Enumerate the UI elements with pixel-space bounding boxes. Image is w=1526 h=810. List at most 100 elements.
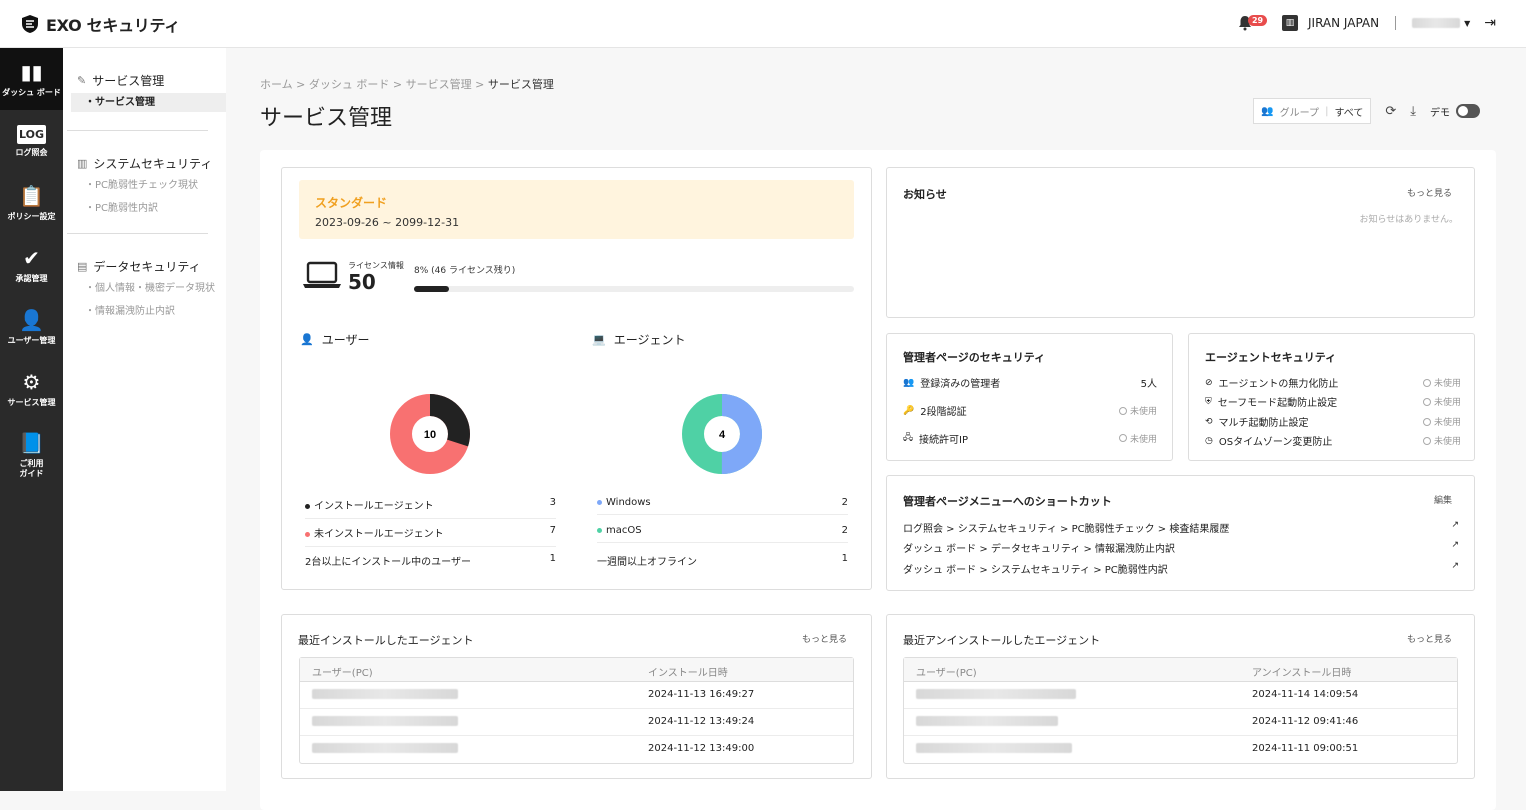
shortcuts-title: 管理者ページメニューへのショートカット — [903, 495, 1112, 508]
plan-period: 2023-09-26 ~ 2099-12-31 — [315, 216, 460, 229]
subnav-item-dlp-detail[interactable]: ・情報漏洩防止内訳 — [77, 295, 226, 318]
agents-row-windows: Windows 2 — [597, 497, 848, 515]
agent-row-timezone: ◷ OSタイムゾーン変更防止 未使用 — [1205, 433, 1461, 449]
nav-approval[interactable]: ✔ 承認管理 — [0, 234, 63, 296]
nav-guide[interactable]: 📘 ご利用ガイド — [0, 420, 63, 490]
table-row[interactable]: 2024-11-14 14:09:54 — [904, 682, 1457, 709]
building-icon: ▥ — [1281, 15, 1298, 31]
row-value: 1 — [549, 553, 556, 564]
external-link-icon[interactable]: ↗ — [1451, 520, 1459, 535]
page-title: サービス管理 — [260, 106, 393, 131]
row-label: macOS — [606, 525, 642, 536]
shortcut-row[interactable]: ダッシュ ボード > システムセキュリティ > PC脆弱性内訳 ↗ — [903, 561, 1459, 576]
chevron-down-icon: ▼ — [1464, 18, 1471, 28]
user-account-menu[interactable]: ▼ — [1412, 18, 1470, 28]
row-value: 1 — [841, 553, 848, 564]
download-icon[interactable]: ⤓ — [1410, 104, 1416, 119]
subnav-item-personal-data[interactable]: ・個人情報・機密データ現状 — [77, 275, 226, 295]
nav-label: 承認管理 — [15, 274, 48, 284]
table-header: ユーザー(PC) インストール日時 — [300, 658, 853, 682]
agent-security-card: エージェントセキュリティ ⊘ エージェントの無力化防止 未使用 ⛨ セーフモード起動… — [1188, 333, 1475, 461]
subnav-group-title: システムセキュリティ — [93, 157, 213, 171]
table-row[interactable]: 2024-11-12 13:49:24 — [300, 709, 853, 736]
nav-dashboard[interactable]: ▮▮ ダッシュ ボード — [0, 48, 63, 110]
notice-card: お知らせ もっと見る お知らせはありません。 — [886, 167, 1475, 318]
status-text: 未使用 — [1423, 375, 1461, 390]
redacted-username — [1412, 18, 1461, 28]
refresh-icon[interactable]: ⟳ — [1385, 104, 1396, 119]
recent-install-more-link[interactable]: もっと見る — [802, 632, 847, 645]
group-filter-button[interactable]: 👥 グループ | すべて — [1253, 98, 1372, 124]
subnav-item-pc-vuln-status[interactable]: ・PC脆弱性チェック現状 — [77, 172, 226, 192]
users-section-header: 👤 ユーザー — [300, 331, 369, 348]
crumb-dashboard[interactable]: ダッシュ ボード — [309, 78, 390, 91]
shield-logo-icon — [22, 15, 38, 33]
redacted-user — [916, 689, 1076, 699]
demo-label: デモ — [1430, 107, 1450, 119]
table-row[interactable]: 2024-11-13 16:49:27 — [300, 682, 853, 709]
license-card: スタンダード 2023-09-26 ~ 2099-12-31 ライセンス情報 5… — [281, 167, 872, 590]
users-row-multi-install: 2台以上にインストール中のユーザー 1 — [305, 553, 556, 574]
external-link-icon[interactable]: ↗ — [1451, 540, 1459, 555]
recent-uninstall-card: 最近アンインストールしたエージェント もっと見る ユーザー(PC) アンインスト… — [886, 614, 1475, 779]
chart-icon: ▥ — [77, 157, 88, 170]
org-name[interactable]: JIRAN JAPAN — [1308, 16, 1379, 30]
logout-icon[interactable]: ⇥ — [1484, 15, 1496, 31]
agent-row-multiboot: ⟲ マルチ起動防止設定 未使用 — [1205, 414, 1461, 430]
recent-install-title: 最近インストールしたエージェント — [298, 634, 474, 647]
nav-label: ダッシュ ボード — [2, 88, 61, 98]
table-row[interactable]: 2024-11-11 09:00:51 — [904, 736, 1457, 763]
nav-log[interactable]: LOG ログ照会 — [0, 110, 63, 172]
check-circle-icon: ✔ — [23, 246, 40, 271]
shortcut-path: ログ照会 > システムセキュリティ > PC脆弱性チェック > 検査結果履歴 — [903, 524, 1230, 535]
shortcut-row[interactable]: ログ照会 > システムセキュリティ > PC脆弱性チェック > 検査結果履歴 ↗ — [903, 520, 1459, 535]
demo-toggle-group: デモ — [1430, 104, 1480, 119]
crumb-home[interactable]: ホーム — [260, 78, 293, 91]
recent-uninstall-more-link[interactable]: もっと見る — [1407, 632, 1452, 645]
admin-row-2fa: 🔑 2段階認証 未使用 — [903, 403, 1157, 419]
status-text: 未使用 — [1423, 433, 1461, 448]
crumb-service[interactable]: サービス管理 — [406, 78, 472, 91]
notification-bell-icon[interactable]: 29 — [1238, 12, 1268, 34]
subnav-group-service[interactable]: ✎ サービス管理 — [77, 72, 226, 89]
agents-donut-chart: 4 — [682, 394, 762, 478]
table-row[interactable]: 2024-11-12 13:49:00 — [300, 736, 853, 763]
legend-dot — [305, 503, 310, 509]
table-row[interactable]: 2024-11-12 09:41:46 — [904, 709, 1457, 736]
header-divider — [1395, 16, 1397, 30]
shortcuts-edit-link[interactable]: 編集 — [1434, 493, 1452, 506]
license-progress-bar — [414, 286, 854, 292]
nav-policy[interactable]: 📋 ポリシー設定 — [0, 172, 63, 234]
nav-service[interactable]: ⚙ サービス管理 — [0, 358, 63, 420]
subnav-item-pc-vuln-detail[interactable]: ・PC脆弱性内訳 — [77, 192, 226, 215]
row-date: 2024-11-12 09:41:46 — [1252, 716, 1359, 727]
ban-icon: ⊘ — [1205, 377, 1213, 388]
network-icon: 🖧 — [903, 433, 914, 443]
app-logo[interactable]: EXO セキュリティ — [20, 12, 180, 36]
user-plus-icon: 👤 — [300, 333, 314, 346]
demo-toggle[interactable] — [1456, 104, 1480, 118]
row-date: 2024-11-12 13:49:24 — [648, 716, 755, 727]
recent-uninstall-title: 最近アンインストールしたエージェント — [903, 634, 1101, 647]
agents-donut-svg: 4 — [682, 394, 762, 474]
row-label: 2台以上にインストール中のユーザー — [305, 557, 471, 568]
gear-icon: ⚙ — [22, 370, 41, 395]
redacted-user — [916, 716, 1058, 726]
nav-users[interactable]: 👤 ユーザー管理 — [0, 296, 63, 358]
row-label: 未インストールエージェント — [314, 529, 444, 540]
nav-label: ログ照会 — [15, 147, 48, 157]
subnav-item-service-mgmt[interactable]: ・サービス管理 — [71, 93, 226, 112]
shortcut-row[interactable]: ダッシュ ボード > データセキュリティ > 情報漏洩防止内訳 ↗ — [903, 540, 1459, 555]
shield-icon: ⛨ — [1205, 396, 1212, 407]
main-area: ホーム > ダッシュ ボード > サービス管理 > サービス管理 サービス管理 … — [226, 48, 1526, 810]
subnav-group-system-security[interactable]: ▥ システムセキュリティ — [77, 155, 226, 172]
status-text: 未使用 — [1423, 394, 1461, 409]
book-icon: 📘 — [19, 431, 44, 456]
external-link-icon[interactable]: ↗ — [1451, 561, 1459, 576]
left-nav-bar: ▮▮ ダッシュ ボード LOG ログ照会 📋 ポリシー設定 ✔ 承認管理 👤 ユ… — [0, 48, 63, 791]
subnav-group-data-security[interactable]: ▤ データセキュリティ — [77, 258, 226, 275]
nav-label: サービス管理 — [7, 398, 56, 408]
col-date: アンインストール日時 — [1252, 668, 1352, 679]
recent-install-card: 最近インストールしたエージェント もっと見る ユーザー(PC) インストール日時… — [281, 614, 872, 779]
notice-more-link[interactable]: もっと見る — [1407, 186, 1452, 199]
